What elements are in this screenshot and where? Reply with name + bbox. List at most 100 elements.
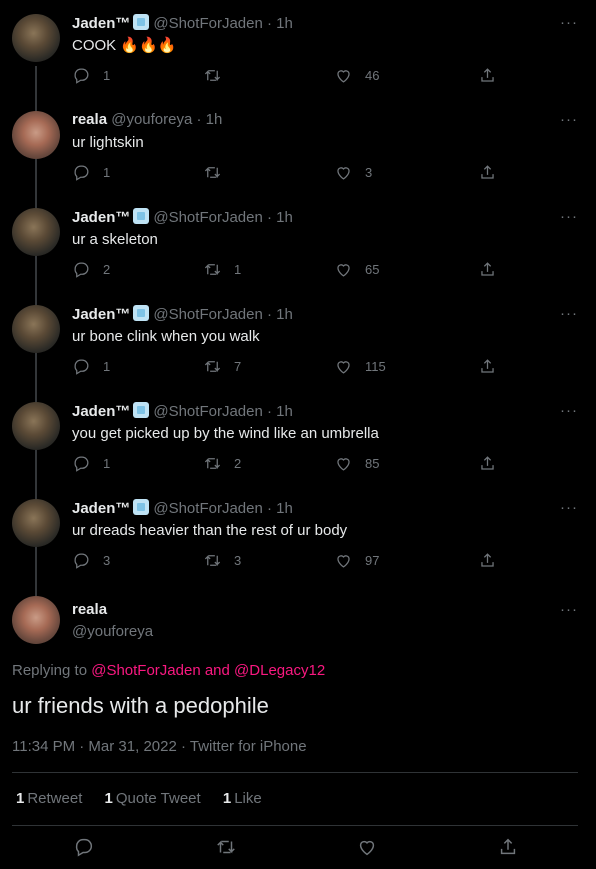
display-name[interactable]: reala <box>72 601 107 618</box>
heart-icon <box>337 361 350 374</box>
thread-tweet[interactable]: Jaden™ @ShotForJaden · 1h ··· you get pic… <box>0 388 596 485</box>
separator-dot: · <box>266 209 272 226</box>
more-icon[interactable]: ··· <box>560 305 578 322</box>
handle[interactable]: @ShotForJaden <box>153 15 262 32</box>
retweet-button[interactable]: 2 <box>203 454 241 473</box>
ice-cube-emoji-icon <box>133 499 150 515</box>
tweet-actions: 3 3 97 <box>72 551 512 573</box>
reply-button[interactable]: 2 <box>72 260 110 279</box>
share-button[interactable] <box>478 454 497 473</box>
tweet-text: ur a skeleton <box>72 231 158 248</box>
like-button[interactable]: 65 <box>334 260 379 279</box>
replying-user-link[interactable]: @DLegacy12 <box>234 662 325 679</box>
display-name[interactable]: Jaden™ <box>72 209 130 226</box>
tweet-text: ur dreads heavier than the rest of ur bo… <box>72 522 348 539</box>
reply-button[interactable]: 1 <box>72 357 110 376</box>
more-icon[interactable]: ··· <box>560 601 578 618</box>
tweet-text: you get picked up by the wind like an um… <box>72 425 379 442</box>
handle[interactable]: @ShotForJaden <box>153 403 262 420</box>
handle[interactable]: @ShotForJaden <box>153 306 262 323</box>
replying-and: and <box>204 662 230 679</box>
like-button[interactable]: 46 <box>334 66 379 85</box>
heart-icon <box>337 70 350 83</box>
timestamp[interactable]: 1h <box>276 306 293 323</box>
tweet-metadata[interactable]: 11:34 PM · Mar 31, 2022 · Twitter for iP… <box>12 738 307 755</box>
reply-button[interactable]: 1 <box>72 66 110 85</box>
reply-icon[interactable] <box>73 836 95 858</box>
tweet-header: Jaden™ @ShotForJaden · 1h <box>72 402 293 421</box>
avatar[interactable] <box>12 208 60 256</box>
like-button[interactable]: 3 <box>334 163 372 182</box>
thread-tweet[interactable]: reala @youforeya · 1h ··· ur lightskin 1… <box>0 97 596 194</box>
avatar[interactable] <box>12 596 60 644</box>
avatar[interactable] <box>12 14 60 62</box>
ice-cube-emoji-icon <box>133 208 150 224</box>
display-name[interactable]: reala <box>72 111 107 128</box>
retweets-stat[interactable]: 1 Retweet <box>16 790 82 807</box>
thread-tweet[interactable]: Jaden™ @ShotForJaden · 1h ··· ur bone cli… <box>0 291 596 388</box>
share-button[interactable] <box>478 163 497 182</box>
reply-button[interactable]: 3 <box>72 551 110 570</box>
share-icon <box>481 553 494 567</box>
retweet-button[interactable]: 3 <box>203 551 241 570</box>
handle[interactable]: @youforeya <box>72 623 153 640</box>
timestamp[interactable]: 1h <box>276 209 293 226</box>
reply-count: 1 <box>103 359 111 374</box>
ice-cube-emoji-icon <box>133 402 150 418</box>
reply-count: 2 <box>103 262 111 277</box>
avatar[interactable] <box>12 402 60 450</box>
reply-button[interactable]: 1 <box>72 454 110 473</box>
retweet-icon[interactable] <box>215 836 237 858</box>
heart-icon <box>337 264 350 277</box>
tweet-actions: 1 46 <box>72 66 512 88</box>
tweet-actions: 1 3 <box>72 163 512 185</box>
likes-stat[interactable]: 1 Like <box>223 790 262 807</box>
share-button[interactable] <box>478 66 497 85</box>
avatar[interactable] <box>12 111 60 159</box>
quote-tweets-stat[interactable]: 1 Quote Tweet <box>105 790 201 807</box>
tweet-text: ur lightskin <box>72 134 144 151</box>
avatar[interactable] <box>12 499 60 547</box>
handle[interactable]: @youforeya <box>111 111 192 128</box>
timestamp[interactable]: 1h <box>276 500 293 517</box>
handle[interactable]: @ShotForJaden <box>153 209 262 226</box>
display-name[interactable]: Jaden™ <box>72 15 130 32</box>
ice-cube-emoji-icon <box>133 305 150 321</box>
share-button[interactable] <box>478 260 497 279</box>
heart-icon[interactable] <box>356 836 378 858</box>
more-icon[interactable]: ··· <box>560 402 578 419</box>
timestamp[interactable]: 1h <box>276 403 293 420</box>
retweet-button[interactable] <box>203 163 234 182</box>
display-name[interactable]: Jaden™ <box>72 306 130 323</box>
like-button[interactable]: 115 <box>334 357 386 376</box>
display-name[interactable]: Jaden™ <box>72 500 130 517</box>
share-icon <box>481 359 494 373</box>
thread-tweet[interactable]: Jaden™ @ShotForJaden · 1h ··· ur dreads h… <box>0 485 596 582</box>
avatar[interactable] <box>12 305 60 353</box>
retweet-button[interactable] <box>203 66 234 85</box>
retweet-button[interactable]: 7 <box>203 357 241 376</box>
share-icon[interactable] <box>497 836 519 858</box>
timestamp[interactable]: 1h <box>206 111 223 128</box>
thread-tweet[interactable]: Jaden™ @ShotForJaden · 1h ··· COOK 🔥🔥🔥 1 … <box>0 0 596 97</box>
more-icon[interactable]: ··· <box>560 499 578 516</box>
reply-icon <box>74 68 89 84</box>
share-button[interactable] <box>478 357 497 376</box>
reply-button[interactable]: 1 <box>72 163 110 182</box>
thread-tweet[interactable]: Jaden™ @ShotForJaden · 1h ··· ur a skelet… <box>0 194 596 291</box>
timestamp[interactable]: 1h <box>276 15 293 32</box>
tweet-text: ur friends with a pedophile <box>12 693 269 718</box>
more-icon[interactable]: ··· <box>560 14 578 31</box>
share-icon <box>481 165 494 179</box>
like-button[interactable]: 85 <box>334 454 379 473</box>
display-name[interactable]: Jaden™ <box>72 403 130 420</box>
like-button[interactable]: 97 <box>334 551 379 570</box>
retweet-button[interactable]: 1 <box>203 260 241 279</box>
retweet-icon <box>204 458 221 469</box>
handle[interactable]: @ShotForJaden <box>153 500 262 517</box>
more-icon[interactable]: ··· <box>560 208 578 225</box>
share-button[interactable] <box>478 551 497 570</box>
more-icon[interactable]: ··· <box>560 111 578 128</box>
share-icon <box>481 262 494 276</box>
replying-user-link[interactable]: @ShotForJaden <box>91 662 200 679</box>
